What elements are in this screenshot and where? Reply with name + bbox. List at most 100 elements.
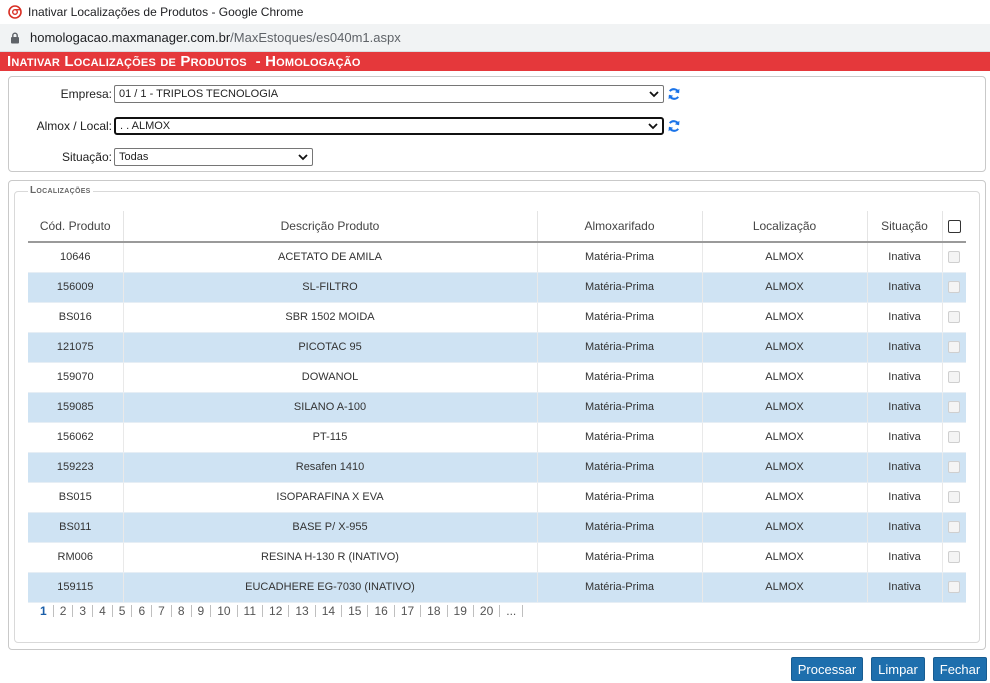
table-row[interactable]: RM006 RESINA H-130 R (INATIVO) Matéria-Pri… (28, 542, 966, 573)
row-checkbox[interactable] (948, 461, 961, 474)
situacao-label: Situação: (61, 150, 112, 164)
col-localizacao[interactable]: Localização (702, 211, 868, 243)
localizacoes-legend: Localizações (28, 185, 93, 196)
row-checkbox-cell (942, 272, 966, 303)
row-checkbox[interactable] (948, 431, 961, 444)
cell-cod-produto: 159115 (28, 572, 124, 603)
table-row[interactable]: 156062 PT-115 Matéria-Prima ALMOX Inativa (28, 422, 966, 453)
empresa-row: Empresa: 01 / 1 - TRIPLOS TECNOLOGIA (8, 84, 681, 104)
page-link[interactable]: 17 (395, 605, 422, 617)
cell-localizacao: ALMOX (702, 242, 868, 273)
row-checkbox[interactable] (948, 251, 961, 264)
cell-cod-produto: RM006 (28, 542, 124, 573)
row-checkbox[interactable] (948, 371, 961, 384)
row-checkbox-cell (942, 542, 966, 573)
page-link[interactable]: 12 (263, 605, 290, 617)
chevron-down-icon (648, 123, 658, 130)
cell-localizacao: ALMOX (702, 542, 868, 573)
page-link[interactable]: 5 (113, 605, 133, 617)
empresa-label: Empresa: (60, 87, 112, 101)
row-checkbox[interactable] (948, 521, 961, 534)
table-row[interactable]: 159223 Resafen 1410 Matéria-Prima ALMOX Inat… (28, 452, 966, 483)
page-link[interactable]: ... (500, 605, 524, 617)
cell-descricao: SBR 1502 MOIDA (123, 302, 538, 333)
row-checkbox[interactable] (948, 551, 961, 564)
page-link[interactable]: 11 (238, 605, 264, 617)
url-host: homologacao.maxmanager.com.br (30, 30, 231, 45)
fechar-button[interactable]: Fechar (933, 657, 987, 681)
table-row[interactable]: 159115 EUCADHERE EG-7030 (INATIVO) Matéria… (28, 572, 966, 603)
cell-almoxarifado: Matéria-Prima (537, 482, 703, 513)
cell-almoxarifado: Matéria-Prima (537, 542, 703, 573)
cell-localizacao: ALMOX (702, 302, 868, 333)
page-link[interactable]: 18 (421, 605, 448, 617)
col-descricao-produto[interactable]: Descrição Produto (123, 211, 538, 243)
table-row[interactable]: 159070 DOWANOL Matéria-Prima ALMOX Inativa (28, 362, 966, 393)
page-link[interactable]: 4 (93, 605, 113, 617)
page-link[interactable]: 3 (73, 605, 94, 617)
page-link[interactable]: 16 (368, 605, 395, 617)
almox-value: . . ALMOX (120, 120, 171, 132)
page-link[interactable]: 13 (289, 605, 316, 617)
select-all-checkbox[interactable] (947, 220, 961, 234)
page-link[interactable]: 1 (28, 605, 54, 617)
cell-localizacao: ALMOX (702, 272, 868, 303)
cell-situacao: Inativa (867, 302, 943, 333)
row-checkbox[interactable] (948, 341, 961, 354)
cell-descricao: ACETATO DE AMILA (123, 242, 538, 273)
almox-select[interactable]: . . ALMOX (114, 117, 664, 135)
page-link[interactable]: 2 (54, 605, 74, 617)
page-link[interactable]: 15 (342, 605, 369, 617)
col-cod-produto[interactable]: Cód. Produto (28, 211, 124, 243)
cell-almoxarifado: Matéria-Prima (537, 392, 703, 423)
cell-localizacao: ALMOX (702, 572, 868, 603)
window-titlebar: Inativar Localizações de Produtos - Goog… (0, 0, 990, 24)
row-checkbox-cell (942, 422, 966, 453)
col-almoxarifado[interactable]: Almoxarifado (537, 211, 703, 243)
col-situacao[interactable]: Situação (867, 211, 943, 243)
cell-cod-produto: BS015 (28, 482, 124, 513)
row-checkbox-cell (942, 332, 966, 363)
situacao-value: Todas (119, 151, 149, 163)
processar-button[interactable]: Processar (791, 657, 863, 681)
cell-cod-produto: BS011 (28, 512, 124, 543)
limpar-button[interactable]: Limpar (871, 657, 925, 681)
page-link[interactable]: 20 (474, 605, 501, 617)
cell-almoxarifado: Matéria-Prima (537, 332, 703, 363)
row-checkbox[interactable] (948, 281, 961, 294)
address-bar[interactable]: homologacao.maxmanager.com.br/MaxEstoque… (0, 24, 990, 52)
table-row[interactable]: 156009 SL-FILTRO Matéria-Prima ALMOX Inativa (28, 272, 966, 303)
row-checkbox[interactable] (948, 401, 961, 414)
empresa-select[interactable]: 01 / 1 - TRIPLOS TECNOLOGIA (114, 85, 664, 103)
table-row[interactable]: BS016 SBR 1502 MOIDA Matéria-Prima ALMOX Ina… (28, 302, 966, 333)
almox-refresh-icon[interactable] (667, 119, 681, 133)
table-row[interactable]: BS011 BASE P/ X-955 Matéria-Prima ALMOX Inat… (28, 512, 966, 543)
cell-localizacao: ALMOX (702, 422, 868, 453)
page-link[interactable]: 7 (152, 605, 172, 617)
table-row[interactable]: 10646 ACETATO DE AMILA Matéria-Prima ALMOX I… (28, 242, 966, 273)
table-row[interactable]: 121075 PICOTAC 95 Matéria-Prima ALMOX Inativ… (28, 332, 966, 363)
row-checkbox-cell (942, 482, 966, 513)
page-link[interactable]: 19 (448, 605, 474, 617)
row-checkbox[interactable] (948, 491, 961, 504)
page-link[interactable]: 9 (192, 605, 212, 617)
cell-situacao: Inativa (867, 452, 943, 483)
cell-descricao: ISOPARAFINA X EVA (123, 482, 538, 513)
cell-situacao: Inativa (867, 242, 943, 273)
cell-situacao: Inativa (867, 422, 943, 453)
cell-situacao: Inativa (867, 512, 943, 543)
page-link[interactable]: 10 (211, 605, 238, 617)
cell-almoxarifado: Matéria-Prima (537, 422, 703, 453)
page-link[interactable]: 8 (172, 605, 192, 617)
cell-situacao: Inativa (867, 482, 943, 513)
page-link[interactable]: 6 (132, 605, 153, 617)
row-checkbox[interactable] (948, 581, 961, 594)
table-row[interactable]: 159085 SILANO A-100 Matéria-Prima ALMOX Inat… (28, 392, 966, 423)
situacao-select[interactable]: Todas (114, 148, 313, 166)
table-row[interactable]: BS015 ISOPARAFINA X EVA Matéria-Prima ALMOX… (28, 482, 966, 513)
page-link[interactable]: 14 (316, 605, 343, 617)
cell-localizacao: ALMOX (702, 392, 868, 423)
empresa-refresh-icon[interactable] (667, 87, 681, 101)
row-checkbox[interactable] (948, 311, 961, 324)
cell-cod-produto: 159085 (28, 392, 124, 423)
